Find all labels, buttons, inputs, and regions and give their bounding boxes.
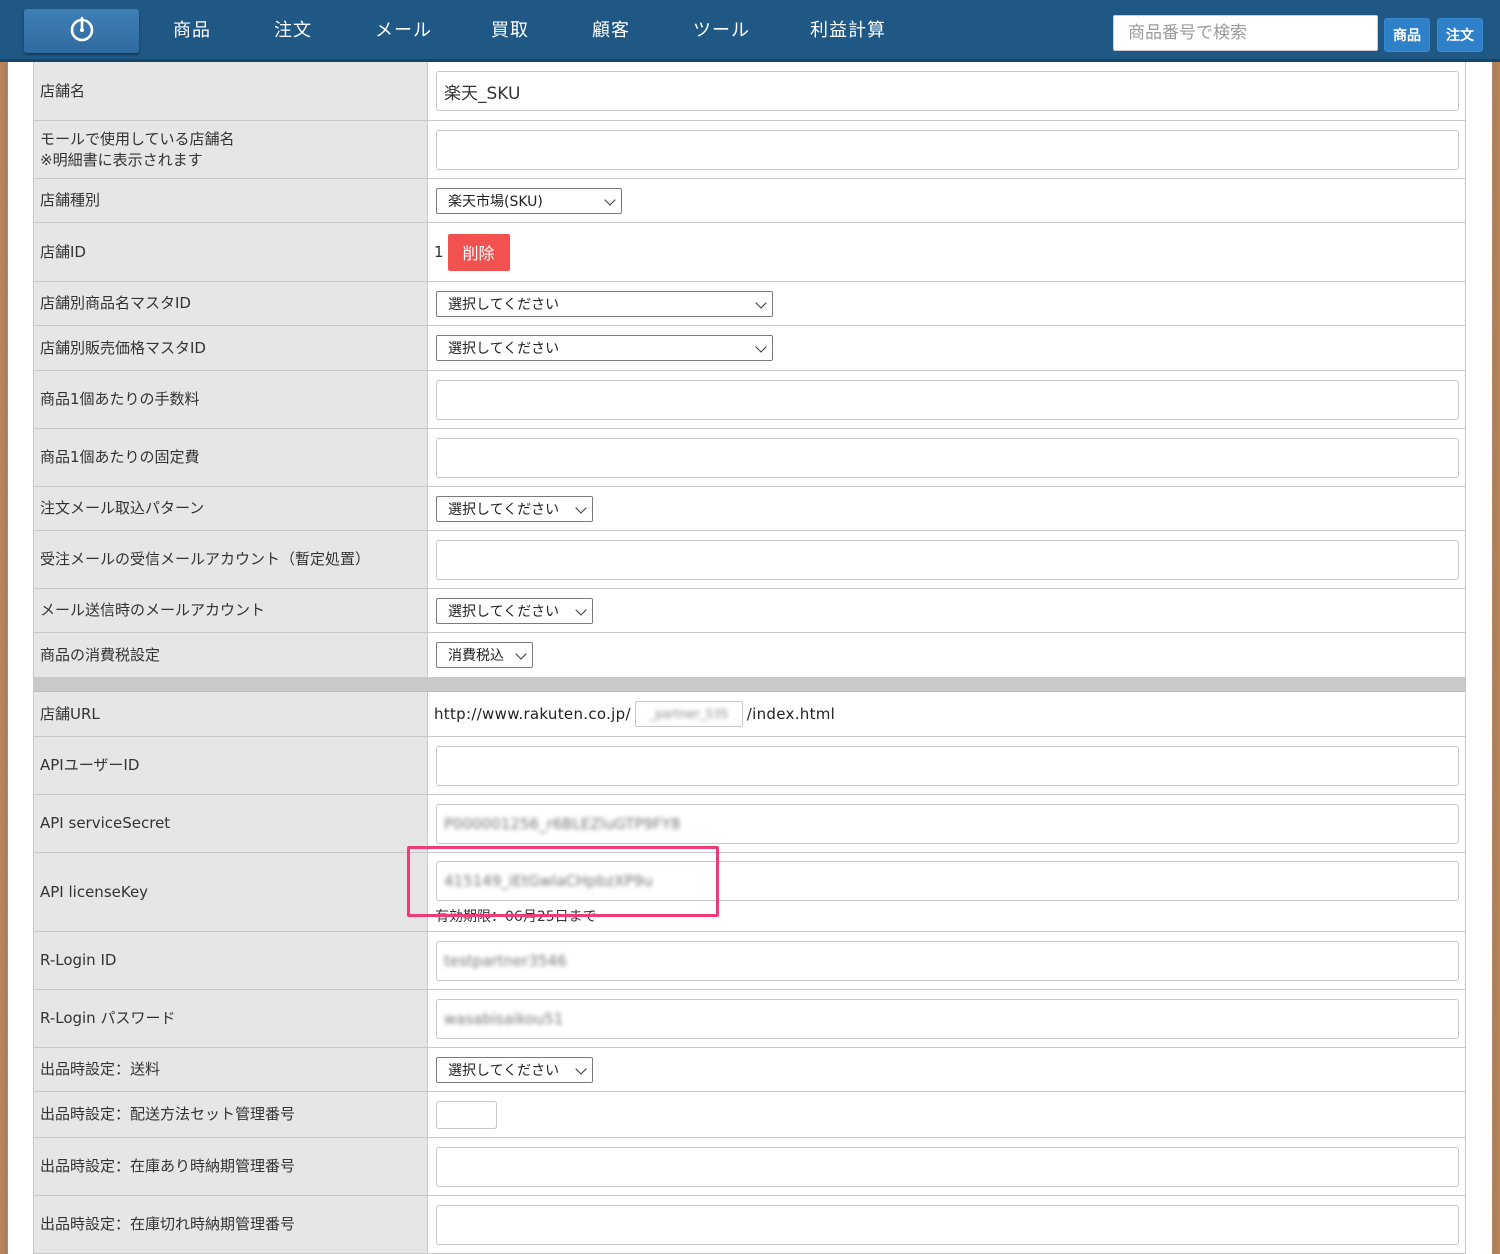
mall-shop-name-label: モールで使用している店舗名 ※明細書に表示されます [34,121,428,178]
shop-name-input[interactable]: 楽天_SKU [436,71,1459,111]
chevron-down-icon [575,501,587,514]
shop-type-select[interactable]: 楽天市場(SKU) [436,187,622,214]
fee-per-item-label: 商品1個あたりの手数料 [34,371,428,428]
rlogin-id-input[interactable]: testpartner3546 [436,940,1459,981]
nav-purchase[interactable]: 買取 [491,0,529,62]
home-button[interactable] [24,9,139,53]
listing-delivery-set-label: 出品時設定：配送方法セット管理番号 [34,1092,428,1137]
api-license-key-input[interactable]: 415149_iEtGwlaCHpbzXP9u [436,861,1459,901]
shop-url-slug-input[interactable]: _partner_535 [634,701,743,727]
shop-settings-form: 店舗名 楽天_SKU モールで使用している店舗名 ※明細書に表示されます 店舗種… [33,62,1466,1254]
mall-shop-name-label-main: モールで使用している店舗名 [40,129,235,148]
listing-shipping-label: 出品時設定：送料 [34,1048,428,1091]
row-rlogin-password: R-Login パスワード wasabisaikou51 [34,990,1465,1048]
fee-per-item-input[interactable] [436,379,1459,420]
row-shop-url: 店舗URL http://www.rakuten.co.jp/ _partner… [34,692,1465,737]
listing-shipping-select[interactable]: 選択してください [436,1056,593,1083]
shop-id-value: 1 [434,243,444,261]
search-input[interactable] [1113,15,1378,51]
top-nav: 商品 注文 メール 買取 顧客 ツール 利益計算 商品 注文 [0,0,1500,62]
row-api-service-secret: API serviceSecret P000001256_r6BLEZluGTP… [34,795,1465,853]
api-user-id-label: APIユーザーID [34,737,428,794]
fixed-cost-input[interactable] [436,437,1459,478]
api-license-key-label: API licenseKey [34,853,428,931]
row-listing-delivery-set: 出品時設定：配送方法セット管理番号 [34,1092,1465,1138]
api-user-id-input[interactable] [436,745,1459,786]
row-listing-instock-period: 出品時設定：在庫あり時納期管理番号 [34,1138,1465,1196]
row-tax-setting: 商品の消費税設定 消費税込 [34,633,1465,678]
listing-instock-period-input[interactable] [436,1146,1459,1187]
shop-type-label: 店舗種別 [34,179,428,222]
nav-customers[interactable]: 顧客 [592,0,630,62]
row-shop-name: 店舗名 楽天_SKU [34,62,1465,121]
api-service-secret-label: API serviceSecret [34,795,428,852]
shop-url-suffix: /index.html [746,705,836,723]
chevron-down-icon [755,296,767,309]
row-listing-shipping: 出品時設定：送料 選択してください [34,1048,1465,1092]
shop-url-label: 店舗URL [34,692,428,736]
row-send-mail-account: メール送信時のメールアカウント 選択してください [34,589,1465,633]
nav-mail[interactable]: メール [375,0,432,62]
listing-outstock-period-label: 出品時設定：在庫切れ時納期管理番号 [34,1196,428,1253]
fixed-cost-label: 商品1個あたりの固定費 [34,429,428,486]
rlogin-id-label: R-Login ID [34,932,428,989]
shop-name-label: 店舗名 [34,62,428,120]
shop-id-label: 店舗ID [34,223,428,281]
row-api-user-id: APIユーザーID [34,737,1465,795]
api-service-secret-input[interactable]: P000001256_r6BLEZluGTP9FY8 [436,803,1459,844]
row-recv-mail-account: 受注メールの受信メールアカウント（暫定処置） [34,531,1465,589]
shop-url-prefix: http://www.rakuten.co.jp/ [434,705,631,723]
row-shop-id: 店舗ID 1 削除 [34,223,1465,282]
tax-setting-label: 商品の消費税設定 [34,633,428,677]
rlogin-password-label: R-Login パスワード [34,990,428,1047]
name-master-label: 店舗別商品名マスタID [34,282,428,325]
row-rlogin-id: R-Login ID testpartner3546 [34,932,1465,990]
nav-orders[interactable]: 注文 [274,0,312,62]
row-api-license-key: API licenseKey 415149_iEtGwlaCHpbzXP9u 有… [34,853,1465,932]
mail-pattern-select[interactable]: 選択してください [436,495,593,522]
section-divider [34,678,1465,692]
recv-mail-account-label: 受注メールの受信メールアカウント（暫定処置） [34,531,428,588]
chevron-down-icon [604,193,616,206]
nav-products[interactable]: 商品 [173,0,211,62]
send-mail-account-select[interactable]: 選択してください [436,597,593,624]
send-mail-account-label: メール送信時のメールアカウント [34,589,428,632]
row-mall-shop-name: モールで使用している店舗名 ※明細書に表示されます [34,121,1465,179]
nav-tools[interactable]: ツール [693,0,750,62]
listing-outstock-period-input[interactable] [436,1204,1459,1245]
rlogin-password-input[interactable]: wasabisaikou51 [436,998,1459,1039]
listing-delivery-set-input[interactable] [436,1100,497,1129]
chevron-down-icon [575,603,587,616]
row-fixed-cost: 商品1個あたりの固定費 [34,429,1465,487]
chevron-down-icon [755,341,767,353]
mall-shop-name-input[interactable] [436,129,1459,170]
row-price-master: 店舗別販売価格マスタID 選択してください [34,326,1465,371]
mail-pattern-label: 注文メール取込パターン [34,487,428,530]
search-order-button[interactable]: 注文 [1437,18,1483,52]
delete-button[interactable]: 削除 [447,233,510,271]
row-fee-per-item: 商品1個あたりの手数料 [34,371,1465,429]
price-master-select[interactable]: 選択してください [436,335,773,361]
power-icon [68,15,96,47]
row-listing-outstock-period: 出品時設定：在庫切れ時納期管理番号 [34,1196,1465,1254]
nav-profit[interactable]: 利益計算 [810,0,886,62]
row-mail-pattern: 注文メール取込パターン 選択してください [34,487,1465,531]
recv-mail-account-input[interactable] [436,539,1459,580]
listing-instock-period-label: 出品時設定：在庫あり時納期管理番号 [34,1138,428,1195]
tax-setting-select[interactable]: 消費税込 [436,642,533,668]
row-name-master: 店舗別商品名マスタID 選択してください [34,282,1465,326]
price-master-label: 店舗別販売価格マスタID [34,326,428,370]
search-product-button[interactable]: 商品 [1384,18,1430,52]
chevron-down-icon [515,648,527,660]
row-shop-type: 店舗種別 楽天市場(SKU) [34,179,1465,223]
name-master-select[interactable]: 選択してください [436,290,773,317]
chevron-down-icon [575,1062,587,1075]
mall-shop-name-label-note: ※明細書に表示されます [40,150,203,169]
license-expiry-note: 有効期限：06月25日まで [435,909,597,925]
